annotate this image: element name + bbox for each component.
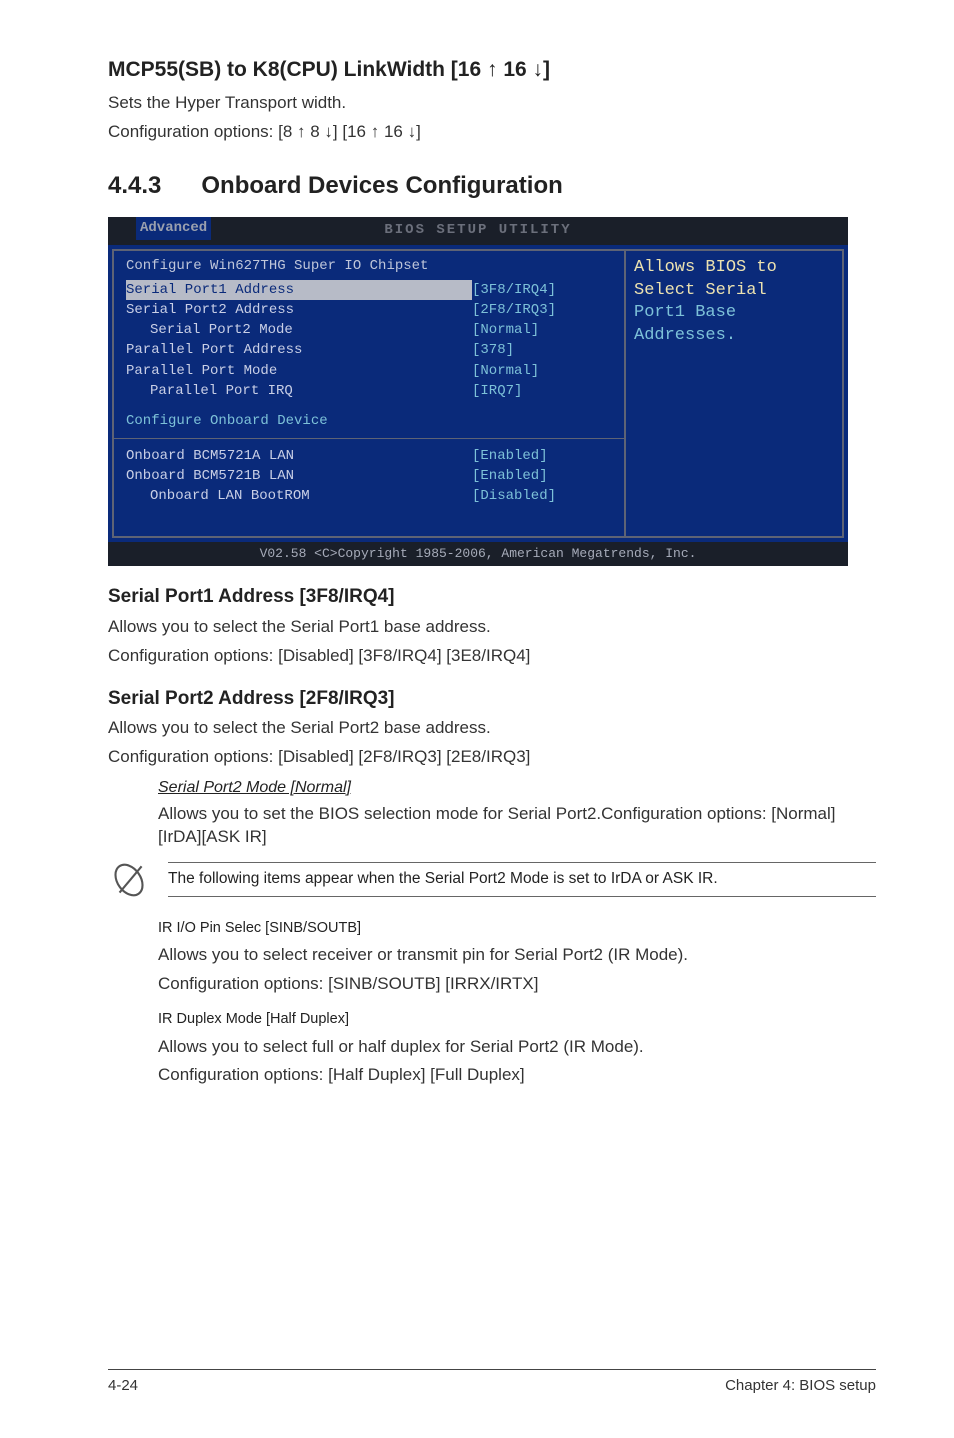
bios-setting-value: [Normal] <box>472 361 612 381</box>
bios-setting-label: Serial Port2 Mode <box>126 320 472 340</box>
heading-mcp55: MCP55(SB) to K8(CPU) LinkWidth [16 ↑ 16 … <box>108 56 876 84</box>
arrow-down-icon: ↓ <box>533 58 544 81</box>
bios-setting-label: Onboard LAN BootROM <box>126 486 472 506</box>
irio-p1: Allows you to select receiver or transmi… <box>158 944 876 967</box>
bios-setting-label: Serial Port1 Address <box>126 280 472 300</box>
bios-setting-row: Onboard BCM5721A LAN[Enabled] <box>126 446 612 466</box>
bios-footer: V02.58 <C>Copyright 1985-2006, American … <box>108 542 848 566</box>
bios-setting-row: Parallel Port IRQ[IRQ7] <box>126 381 612 401</box>
mcp55-line2: Configuration options: [8 ↑ 8 ↓] [16 ↑ 1… <box>108 121 876 144</box>
mcp55-line1: Sets the Hyper Transport width. <box>108 92 876 115</box>
bios-titlebar: BIOS SETUP UTILITY <box>108 217 848 245</box>
bios-setting-value: [378] <box>472 340 612 360</box>
heading-mcp55-b: 16 <box>497 58 532 81</box>
heading-mcp55-c: ] <box>543 58 550 81</box>
bios-config-heading: Configure Win627THG Super IO Chipset <box>126 257 612 280</box>
heading-serial-port2: Serial Port2 Address [2F8/IRQ3] <box>108 686 876 712</box>
heading-ir-duplex: IR Duplex Mode [Half Duplex] <box>158 1010 876 1030</box>
bios-setting-row: Onboard LAN BootROM[Disabled] <box>126 486 612 506</box>
bios-submenu-configure: Configure Onboard Device <box>126 411 612 431</box>
bios-setting-row: Onboard BCM5721B LAN[Enabled] <box>126 466 612 486</box>
chapter-label: Chapter 4: BIOS setup <box>725 1376 876 1396</box>
section-number: 4.4.3 <box>108 170 161 202</box>
sp2mode-p: Allows you to set the BIOS selection mod… <box>158 803 876 849</box>
arrow-down-icon: ↓ <box>324 122 333 141</box>
bios-setting-value: [3F8/IRQ4] <box>472 280 612 300</box>
bios-setting-value: [Enabled] <box>472 466 612 486</box>
heading-serial-port1: Serial Port1 Address [3F8/IRQ4] <box>108 584 876 610</box>
bios-screenshot: BIOS SETUP UTILITY Advanced Configure Wi… <box>108 217 848 566</box>
bios-setting-row: Serial Port1 Address[3F8/IRQ4] <box>126 280 612 300</box>
serial2-p1: Allows you to select the Serial Port2 ba… <box>108 717 876 740</box>
bios-setting-row: Parallel Port Mode[Normal] <box>126 361 612 381</box>
irdup-p1: Allows you to select full or half duplex… <box>158 1036 876 1059</box>
heading-serial-port2-mode: Serial Port2 Mode [Normal] <box>158 777 876 799</box>
bios-help-line2: Select Serial <box>634 280 834 303</box>
arrow-down-icon: ↓ <box>408 122 417 141</box>
section-title: Onboard Devices Configuration <box>201 170 562 202</box>
bios-separator <box>114 438 624 440</box>
bios-setting-label: Parallel Port Mode <box>126 361 472 381</box>
page-number: 4-24 <box>108 1376 138 1396</box>
irio-p2: Configuration options: [SINB/SOUTB] [IRR… <box>158 973 876 996</box>
bios-setting-row: Serial Port2 Address[2F8/IRQ3] <box>126 300 612 320</box>
bios-setting-value: [Normal] <box>472 320 612 340</box>
bios-setting-value: [Enabled] <box>472 446 612 466</box>
bios-setting-label: Parallel Port Address <box>126 340 472 360</box>
heading-mcp55-a: MCP55(SB) to K8(CPU) LinkWidth [16 <box>108 58 487 81</box>
mcp55-l2d: 16 <box>379 122 407 141</box>
bios-left-panel: Configure Win627THG Super IO Chipset Ser… <box>112 249 624 539</box>
bios-setting-label: Serial Port2 Address <box>126 300 472 320</box>
bios-tab-advanced: Advanced <box>136 217 211 240</box>
heading-ir-io-pin: IR I/O Pin Selec [SINB/SOUTB] <box>158 919 876 939</box>
bios-setting-row: Parallel Port Address[378] <box>126 340 612 360</box>
mcp55-l2a: Configuration options: [8 <box>108 122 297 141</box>
bios-help-line1: Allows BIOS to <box>634 257 834 280</box>
arrow-up-icon: ↑ <box>371 122 380 141</box>
bios-setting-label: Parallel Port IRQ <box>126 381 472 401</box>
bios-setting-label: Onboard BCM5721B LAN <box>126 466 472 486</box>
bios-setting-value: [2F8/IRQ3] <box>472 300 612 320</box>
arrow-up-icon: ↑ <box>297 122 306 141</box>
serial1-p1: Allows you to select the Serial Port1 ba… <box>108 616 876 639</box>
note-text: The following items appear when the Seri… <box>168 862 876 897</box>
bios-setting-value: [IRQ7] <box>472 381 612 401</box>
bios-setting-value: [Disabled] <box>472 486 612 506</box>
bios-setting-label: Onboard BCM5721A LAN <box>126 446 472 466</box>
bios-title: BIOS SETUP UTILITY <box>384 221 571 240</box>
mcp55-l2b: 8 <box>306 122 325 141</box>
arrow-up-icon: ↑ <box>487 58 498 81</box>
serial2-p2: Configuration options: [Disabled] [2F8/I… <box>108 746 876 769</box>
mcp55-l2c: ] [16 <box>333 122 371 141</box>
bios-setting-row: Serial Port2 Mode[Normal] <box>126 320 612 340</box>
bios-help-line4: Addresses. <box>634 325 834 348</box>
serial1-p2: Configuration options: [Disabled] [3F8/I… <box>108 645 876 668</box>
bios-help-panel: Allows BIOS to Select Serial Port1 Base … <box>624 249 844 539</box>
bios-help-line3: Port1 Base <box>634 302 834 325</box>
footer-rule <box>108 1369 876 1370</box>
note-icon <box>108 859 150 901</box>
mcp55-l2e: ] <box>416 122 421 141</box>
irdup-p2: Configuration options: [Half Duplex] [Fu… <box>158 1064 876 1087</box>
